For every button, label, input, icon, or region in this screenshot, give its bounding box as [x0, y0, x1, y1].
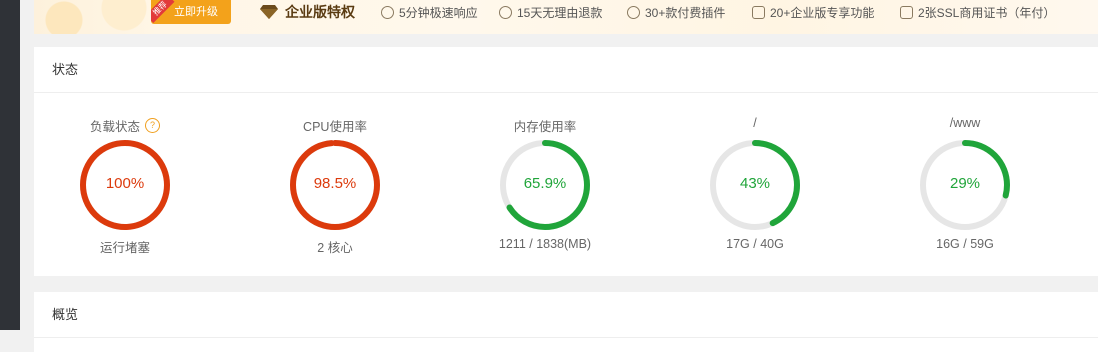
left-sidebar — [0, 0, 20, 330]
gauge-label-text: CPU使用率 — [303, 120, 367, 134]
gauge-label-text: 负载状态 — [89, 120, 140, 134]
overview-panel: 概览 — [34, 292, 1098, 352]
enterprise-banner: 推荐 立即升级 企业版特权 5分钟极速响应 15天无理由退款 30+款付费插件 … — [34, 0, 1098, 34]
help-icon[interactable]: ? — [145, 118, 160, 133]
refund-icon — [499, 5, 512, 19]
feature-label: 15天无理由退款 — [517, 5, 603, 20]
feature-label: 30+款付费插件 — [645, 5, 726, 20]
feature-item: 2张SSL商用证书（年付） — [900, 0, 1055, 24]
diamond-icon — [260, 5, 278, 19]
enterprise-title-text: 企业版特权 — [285, 4, 355, 20]
gauge-subtext: 2 核心 — [317, 241, 353, 255]
gauge-label-text: 内存使用率 — [513, 120, 577, 134]
enterprise-title: 企业版特权 — [259, 0, 355, 24]
diamond-icon — [752, 5, 765, 19]
gauge-label: 负载状态? — [35, 116, 215, 135]
banner-decoration — [34, 0, 154, 34]
status-title: 状态 — [34, 47, 1098, 93]
gauge-label-text: /www — [949, 116, 981, 130]
upgrade-button[interactable]: 推荐 立即升级 — [151, 0, 231, 24]
gauge-label: CPU使用率 — [245, 116, 425, 135]
plugin-icon — [627, 5, 640, 19]
feature-item: 15天无理由退款 — [499, 0, 602, 24]
feature-item: 30+款付费插件 — [627, 0, 725, 24]
gauge-subtext: 16G / 59G — [936, 237, 994, 251]
gauge-subtext: 17G / 40G — [726, 237, 784, 251]
feature-label: 20+企业版专享功能 — [770, 5, 875, 20]
feature-label: 2张SSL商用证书（年付） — [918, 5, 1056, 20]
gauge-value: 43% — [739, 175, 771, 192]
overview-title: 概览 — [34, 292, 1098, 338]
upgrade-label: 立即升级 — [174, 6, 218, 18]
gauge-value: 29% — [949, 175, 981, 192]
gauge-value: 65.9% — [523, 175, 567, 192]
clock-icon — [381, 5, 394, 19]
gauge-label-text: / — [753, 116, 757, 130]
ssl-icon — [900, 5, 913, 19]
gauge-subtext: 1211 / 1838(MB) — [498, 237, 592, 251]
gauge-value: 100% — [105, 175, 145, 192]
gauge-label: 内存使用率 — [455, 116, 635, 135]
feature-label: 5分钟极速响应 — [399, 5, 478, 20]
feature-item: 20+企业版专享功能 — [752, 0, 874, 24]
gauge-subtext: 运行堵塞 — [99, 241, 150, 255]
gauge-label: / — [665, 116, 845, 130]
gauge-value: 98.5% — [313, 175, 357, 192]
status-panel: 状态 负载状态? 100% 运行堵塞 CPU使用率 98.5% 2 核心 内存使用率 65.9… — [34, 47, 1098, 276]
gauge-label: /www — [875, 116, 1055, 130]
feature-item: 5分钟极速响应 — [381, 0, 478, 24]
